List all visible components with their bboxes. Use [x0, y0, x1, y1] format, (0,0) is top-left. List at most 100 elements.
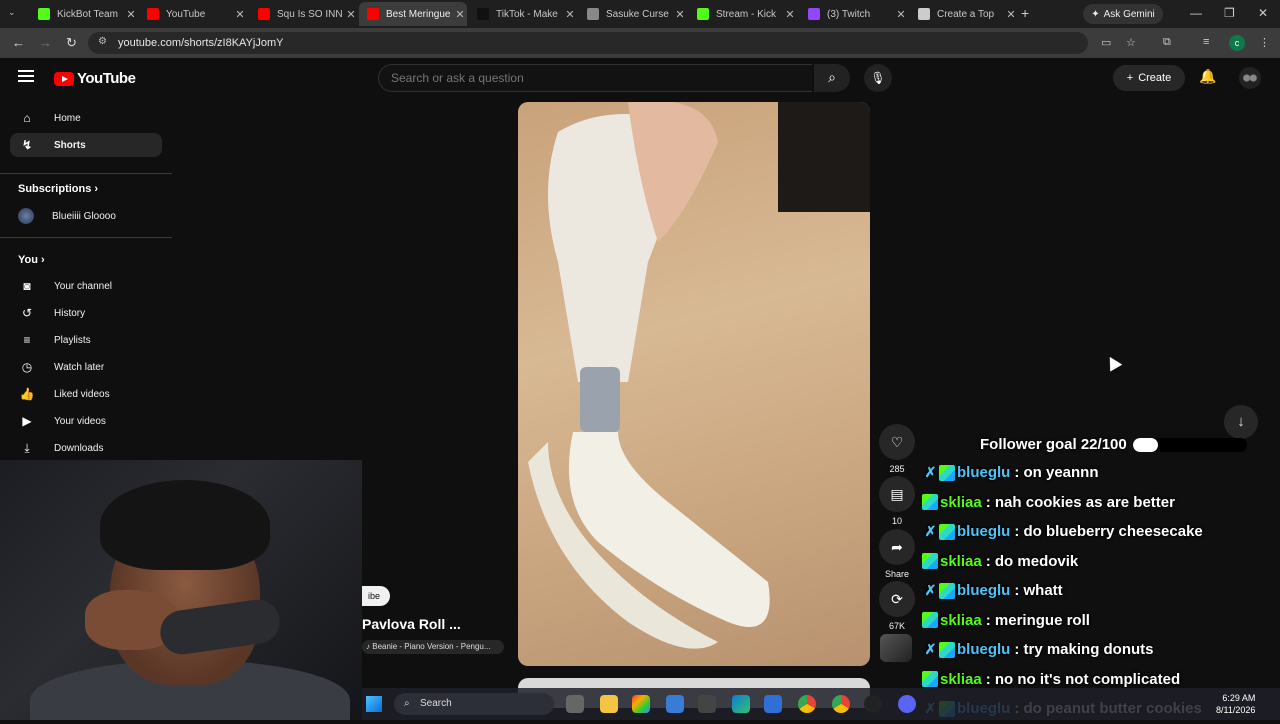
sidebar-item-label: Playlists	[54, 334, 91, 346]
discord-icon[interactable]	[898, 695, 916, 713]
maximize-icon[interactable]: ❐	[1224, 6, 1235, 20]
chat-username: skliaa	[940, 552, 982, 570]
sidebar-item-label: Your videos	[54, 415, 106, 427]
chrome-icon[interactable]	[798, 695, 816, 713]
youtube-logo[interactable]: YouTube	[54, 70, 136, 87]
short-music-pill[interactable]: ♪ Beanie - Piano Version - Pengu...	[362, 640, 504, 654]
browser-tab[interactable]: Stream - Kick ✕	[689, 2, 797, 26]
ask-gemini-button[interactable]: ✦ Ask Gemini	[1083, 4, 1163, 24]
sidebar-divider	[0, 237, 172, 238]
browser-tab[interactable]: Best Meringue ✕	[359, 2, 467, 26]
tab-close-icon[interactable]: ✕	[1004, 8, 1018, 21]
browser-tab[interactable]: KickBot Team ✕	[30, 2, 138, 26]
notifications-bell-icon[interactable]: 🔔	[1199, 68, 1216, 85]
create-button[interactable]: + Create	[1113, 65, 1185, 91]
search-input[interactable]	[391, 71, 791, 85]
short-title[interactable]: Pavlova Roll ...	[362, 616, 461, 632]
taskbar: ⌕ Search 6:29 AM 8/11/2026	[362, 688, 1280, 720]
remix-icon[interactable]: ⟳	[879, 581, 915, 617]
task-view-icon[interactable]	[566, 695, 584, 713]
taskbar-search[interactable]: ⌕ Search	[394, 693, 554, 715]
tab-title: TikTok - Make	[496, 8, 558, 20]
share-icon[interactable]: ➦	[879, 529, 915, 565]
youtube-wordmark: YouTube	[77, 70, 136, 87]
cast-icon[interactable]: ▭	[1101, 36, 1111, 49]
tab-close-icon[interactable]: ✕	[124, 8, 138, 21]
subscriptions-heading[interactable]: Subscriptions ›	[18, 183, 98, 195]
comment-icon[interactable]: ▤	[879, 476, 915, 512]
account-avatar[interactable]	[1239, 67, 1261, 89]
subscribe-button[interactable]: ibe	[362, 586, 390, 606]
browser-tab[interactable]: YouTube ✕	[139, 2, 247, 26]
clock-icon: ◷	[21, 360, 33, 374]
short-video-player[interactable]	[518, 102, 870, 666]
minimize-icon[interactable]: —	[1190, 6, 1202, 20]
sidebar-item-watch-later[interactable]: ◷ Watch later	[10, 355, 162, 379]
sidebar-item-your-channel[interactable]: ◙ Your channel	[10, 274, 162, 298]
tab-title: Create a Top	[937, 8, 995, 20]
reload-icon[interactable]: ↻	[66, 35, 77, 51]
site-info-icon[interactable]: ⚙	[98, 36, 107, 47]
you-heading[interactable]: You ›	[18, 254, 45, 266]
extensions-icon[interactable]: ⧉	[1163, 36, 1171, 49]
tab-close-icon[interactable]: ✕	[453, 8, 467, 21]
back-icon[interactable]: ←	[12, 35, 25, 50]
sidebar-item-your-videos[interactable]: ▶ Your videos	[10, 409, 162, 433]
bookmark-star-icon[interactable]: ☆	[1126, 36, 1136, 49]
browser-tab[interactable]: TikTok - Make ✕	[469, 2, 577, 26]
tab-search-icon[interactable]: ⌄	[8, 7, 16, 18]
edge-icon[interactable]	[732, 695, 750, 713]
dark-corner	[778, 102, 870, 212]
hamburger-menu-icon[interactable]	[18, 70, 34, 82]
sidebar-item-history[interactable]: ↺ History	[10, 301, 162, 325]
sidebar-item-label: Downloads	[54, 442, 104, 454]
sidebar-item-shorts[interactable]: ↯ Shorts	[10, 133, 162, 157]
forward-icon[interactable]: →	[39, 35, 52, 50]
capcut-icon[interactable]	[698, 695, 716, 713]
tab-favicon-icon	[367, 8, 379, 20]
sidebar-item-playlists[interactable]: ≡ Playlists	[10, 328, 162, 352]
file-explorer-icon[interactable]	[600, 695, 618, 713]
tab-close-icon[interactable]: ✕	[563, 8, 577, 21]
tab-close-icon[interactable]: ✕	[783, 8, 797, 21]
start-windows-icon[interactable]	[366, 696, 382, 712]
browser-tab[interactable]: Create a Top ✕	[910, 2, 1018, 26]
next-video-arrow-icon[interactable]: ↓	[1224, 405, 1258, 439]
media-control-icon[interactable]: ≡	[1203, 36, 1209, 48]
voice-search-button[interactable]: 🎙	[864, 64, 892, 92]
tab-close-icon[interactable]: ✕	[673, 8, 687, 21]
subscription-item[interactable]: Blueiiii Gloooo	[10, 204, 162, 228]
moderator-sword-icon: ✗	[924, 582, 937, 599]
chrome-profile-icon[interactable]	[832, 695, 850, 713]
browser-tab[interactable]: Squ Is SO INN ✕	[250, 2, 358, 26]
tab-title: KickBot Team	[57, 8, 118, 20]
tab-close-icon[interactable]: ✕	[894, 8, 908, 21]
close-window-icon[interactable]: ✕	[1258, 6, 1268, 20]
search-button[interactable]: ⌕	[814, 64, 850, 92]
kick-badge-icon	[939, 582, 955, 599]
browser-tab[interactable]: (3) Twitch ✕	[800, 2, 908, 26]
comments-count: 10	[891, 516, 902, 526]
photos-icon[interactable]	[632, 695, 650, 713]
sidebar-item-downloads[interactable]: ⤓ Downloads	[10, 436, 162, 460]
sidebar-divider	[0, 173, 172, 174]
profile-avatar[interactable]: c	[1229, 35, 1245, 51]
browser-tab[interactable]: Sasuke Curse ✕	[579, 2, 687, 26]
store-icon[interactable]	[666, 695, 684, 713]
system-clock[interactable]: 6:29 AM 8/11/2026	[1216, 692, 1255, 716]
tab-close-icon[interactable]: ✕	[344, 8, 358, 21]
new-tab-button[interactable]: +	[1021, 5, 1029, 21]
tab-close-icon[interactable]: ✕	[233, 8, 247, 21]
browser-menu-icon[interactable]: ⋮	[1259, 36, 1270, 49]
sidebar-item-home[interactable]: ⌂ Home	[10, 106, 162, 130]
word-icon[interactable]	[764, 695, 782, 713]
share-count: Share	[884, 569, 910, 579]
chat-message: skliaa: meringue roll	[922, 606, 1280, 636]
kick-badge-icon	[922, 553, 938, 570]
heart-icon[interactable]: ♡	[879, 424, 915, 460]
shorts-icon: ↯	[21, 138, 33, 152]
sidebar-item-liked-videos[interactable]: 👍 Liked videos	[10, 382, 162, 406]
omnibox[interactable]: ⚙ youtube.com/shorts/zI8KAYjJomY	[88, 32, 1088, 54]
music-thumbnail[interactable]	[880, 634, 912, 662]
obs-icon[interactable]	[864, 695, 882, 713]
